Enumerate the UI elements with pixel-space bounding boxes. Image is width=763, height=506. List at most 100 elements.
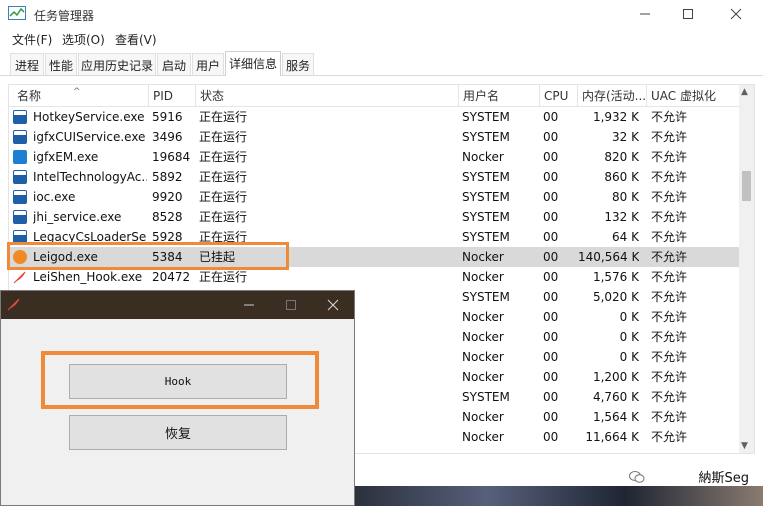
cell-pid: 3496	[152, 130, 183, 144]
cell-user: SYSTEM	[462, 230, 510, 244]
table-row[interactable]: LeiShen_Hook.exe 20472 正在运行 Nocker 00 1,576 K…	[9, 267, 740, 287]
table-header: 名称 ^ PID 状态 用户名 CPU 内存(活动... UAC 虚拟化	[9, 85, 740, 107]
table-row[interactable]: jhi_service.exe 8528 正在运行 SYSTEM 00 132 K 不允许	[9, 207, 740, 227]
maximize-button[interactable]	[668, 0, 708, 28]
blue-window-icon	[13, 210, 27, 224]
cell-mem: 132 K	[604, 210, 639, 224]
vertical-scrollbar[interactable]: ▲ ▼	[739, 85, 754, 453]
minimize-icon	[640, 13, 650, 15]
cell-name: IntelTechnologyAc...	[33, 170, 147, 184]
cell-uac: 不允许	[651, 330, 688, 344]
column-header-pid[interactable]: PID	[149, 85, 196, 107]
cell-name: LeiShen_Hook.exe	[33, 270, 143, 284]
tab-services[interactable]: 服务	[282, 53, 314, 75]
table-row[interactable]: igfxEM.exe 19684 正在运行 Nocker 00 820 K 不允许	[9, 147, 740, 167]
tab-startup[interactable]: 启动	[157, 53, 191, 75]
cell-cpu: 00	[543, 290, 559, 304]
cell-uac: 不允许	[651, 410, 688, 424]
column-header-name[interactable]: 名称 ^	[9, 85, 149, 107]
cell-user: SYSTEM	[462, 170, 510, 184]
tab-processes[interactable]: 进程	[10, 53, 44, 75]
cell-mem: 0 K	[619, 330, 639, 344]
menu-options[interactable]: 选项(O)	[62, 31, 105, 48]
tab-users[interactable]: 用户	[192, 53, 224, 75]
cell-pid: 5916	[152, 110, 183, 124]
restore-button[interactable]: 恢复	[69, 415, 287, 450]
cell-status: 正在运行	[199, 110, 248, 124]
scroll-down-icon[interactable]: ▼	[741, 441, 748, 451]
tab-performance[interactable]: 性能	[45, 53, 77, 75]
cell-name: igfxEM.exe	[33, 150, 99, 164]
tab-app-history[interactable]: 应用历史记录	[78, 53, 156, 75]
highlight-box-leigod	[7, 242, 289, 270]
column-header-uac[interactable]: UAC 虚拟化	[647, 85, 740, 107]
cell-user: SYSTEM	[462, 130, 510, 144]
cell-uac: 不允许	[651, 250, 688, 264]
cell-user: Nocker	[462, 410, 504, 424]
cell-mem: 1,200 K	[592, 370, 639, 384]
cell-cpu: 00	[543, 190, 559, 204]
cell-status: 正在运行	[199, 190, 248, 204]
cell-uac: 不允许	[651, 110, 688, 124]
cell-pid: 9920	[152, 190, 183, 204]
blue-window-icon	[13, 170, 27, 184]
table-row[interactable]: HotkeyService.exe 5916 正在运行 SYSTEM 00 1,932 K…	[9, 107, 740, 127]
cell-user: SYSTEM	[462, 210, 510, 224]
column-header-memory[interactable]: 内存(活动...	[578, 85, 647, 107]
scroll-up-icon[interactable]: ▲	[741, 87, 748, 97]
cell-mem: 11,664 K	[585, 430, 639, 444]
cell-mem: 140,564 K	[578, 250, 639, 264]
cell-status: 正在运行	[199, 270, 248, 284]
cell-pid: 5892	[152, 170, 183, 184]
scrollbar-thumb[interactable]	[742, 171, 751, 201]
hook-close-button[interactable]	[313, 291, 353, 319]
cell-uac: 不允许	[651, 350, 688, 364]
cell-cpu: 00	[543, 170, 559, 184]
hook-dialog-window: Hook 恢复	[0, 290, 355, 506]
table-row[interactable]: igfxCUIService.exe 3496 正在运行 SYSTEM 00 32 K 不允…	[9, 127, 740, 147]
cell-mem: 1,576 K	[592, 270, 639, 284]
cell-cpu: 00	[543, 410, 559, 424]
maximize-icon	[286, 300, 296, 310]
column-header-user[interactable]: 用户名	[459, 85, 540, 107]
table-row[interactable]: ioc.exe 9920 正在运行 SYSTEM 00 80 K 不允许	[9, 187, 740, 207]
cell-cpu: 00	[543, 310, 559, 324]
cell-cpu: 00	[543, 150, 559, 164]
tab-details[interactable]: 详细信息	[225, 51, 281, 76]
feather-icon	[13, 270, 27, 284]
cell-mem: 1,564 K	[592, 410, 639, 424]
cell-uac: 不允许	[651, 130, 688, 144]
hook-button[interactable]: Hook	[69, 364, 287, 399]
close-button[interactable]	[716, 0, 756, 28]
task-manager-icon	[8, 6, 26, 20]
cell-mem: 4,760 K	[592, 390, 639, 404]
column-header-status[interactable]: 状态	[196, 85, 459, 107]
cell-user: Nocker	[462, 150, 504, 164]
cell-user: Nocker	[462, 430, 504, 444]
hook-maximize-button[interactable]	[271, 291, 311, 319]
menu-file[interactable]: 文件(F)	[12, 31, 52, 48]
cell-user: Nocker	[462, 330, 504, 344]
cell-mem: 80 K	[612, 190, 639, 204]
menu-view[interactable]: 查看(V)	[115, 31, 157, 48]
title-bar: 任务管理器	[0, 0, 763, 28]
cell-user: Nocker	[462, 310, 504, 324]
hook-minimize-button[interactable]	[229, 291, 269, 319]
minimize-button[interactable]	[625, 0, 665, 28]
cell-mem: 5,020 K	[592, 290, 639, 304]
intel-graphics-icon	[13, 150, 27, 164]
table-row[interactable]: IntelTechnologyAc... 5892 正在运行 SYSTEM 00 860 …	[9, 167, 740, 187]
cell-cpu: 00	[543, 370, 559, 384]
cell-uac: 不允许	[651, 390, 688, 404]
cell-uac: 不允许	[651, 370, 688, 384]
blue-window-icon	[13, 130, 27, 144]
cell-name: HotkeyService.exe	[33, 110, 145, 124]
cell-uac: 不允许	[651, 290, 688, 304]
column-header-cpu[interactable]: CPU	[540, 85, 578, 107]
cell-user: SYSTEM	[462, 110, 510, 124]
cell-status: 正在运行	[199, 210, 248, 224]
cell-pid: 19684	[152, 150, 191, 164]
cell-user: SYSTEM	[462, 390, 510, 404]
cell-mem: 1,932 K	[592, 110, 639, 124]
blue-window-icon	[13, 110, 27, 124]
